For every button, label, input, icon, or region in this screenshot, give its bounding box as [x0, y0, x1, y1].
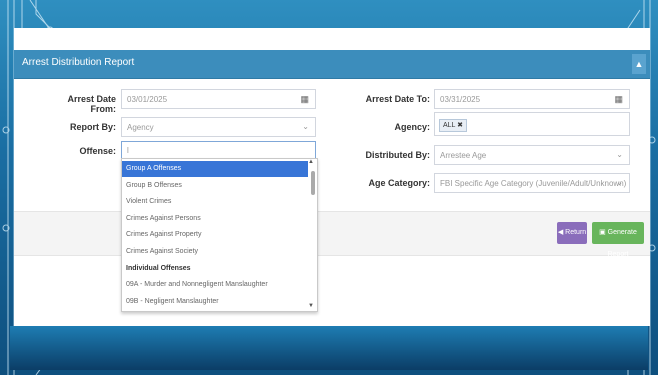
- bottom-band: [10, 326, 648, 370]
- distributed-by-value: Arrestee Age: [440, 151, 487, 160]
- age-category-select[interactable]: FBI Specific Age Category (Juvenile/Adul…: [434, 173, 630, 193]
- offense-search-value: l: [127, 146, 129, 155]
- offense-option[interactable]: Group A Offenses: [122, 161, 308, 177]
- report-by-select[interactable]: Agency ⌄: [121, 117, 316, 137]
- scrollbar-thumb[interactable]: [311, 171, 315, 195]
- arrest-date-from-input[interactable]: 03/01/2025 ▦: [121, 89, 316, 109]
- arrest-date-from-label: Arrest Date From:: [67, 94, 116, 114]
- age-category-label: Age Category:: [368, 178, 430, 188]
- panel-title: Arrest Distribution Report: [22, 57, 135, 68]
- arrest-date-to-label: Arrest Date To:: [365, 94, 430, 104]
- offense-option[interactable]: Violent Crimes: [122, 194, 308, 210]
- agency-multiselect[interactable]: ALL ✖: [434, 112, 630, 136]
- chevron-down-icon: ⌄: [302, 122, 309, 131]
- agency-tag-all[interactable]: ALL ✖: [439, 119, 468, 132]
- report-panel: Arrest Distribution Report ▲ Arrest Date…: [14, 28, 650, 326]
- offense-search-input[interactable]: l: [121, 141, 316, 159]
- scroll-down-icon[interactable]: ▼: [308, 303, 314, 309]
- calendar-icon[interactable]: ▦: [614, 94, 623, 105]
- offense-dropdown-list[interactable]: Group A Offenses Group B Offenses Violent …: [121, 158, 318, 312]
- offense-option[interactable]: Crimes Against Society: [122, 244, 308, 260]
- chevron-down-icon: ⌄: [616, 150, 623, 159]
- panel-header: Arrest Distribution Report ▲: [14, 50, 650, 78]
- chevron-down-icon: ⌄: [616, 178, 623, 187]
- chevron-up-icon[interactable]: ▲: [632, 54, 646, 74]
- distributed-by-label: Distributed By:: [365, 150, 430, 160]
- generate-report-button[interactable]: ▣ Generate Report: [592, 222, 644, 258]
- arrest-date-from-value: 03/01/2025: [127, 95, 168, 104]
- offense-option[interactable]: 09B - Negligent Manslaughter: [122, 294, 308, 310]
- return-button[interactable]: ◀ Return: [557, 222, 587, 244]
- action-bar: ◀ Return ▣ Generate Report: [14, 211, 650, 258]
- offense-label: Offense:: [79, 146, 116, 156]
- report-by-value: Agency: [127, 123, 154, 132]
- distributed-by-select[interactable]: Arrestee Age ⌄: [434, 145, 630, 165]
- report-by-label: Report By:: [69, 122, 116, 132]
- offense-option[interactable]: Crimes Against Property: [122, 227, 308, 243]
- offense-option[interactable]: Crimes Against Persons: [122, 211, 308, 227]
- panel-top-strip: [14, 28, 650, 50]
- agency-label: Agency:: [394, 122, 430, 132]
- offense-option[interactable]: Group B Offenses: [122, 178, 308, 194]
- arrest-date-to-input[interactable]: 03/31/2025 ▦: [434, 89, 630, 109]
- age-category-value: FBI Specific Age Category (Juvenile/Adul…: [440, 179, 627, 188]
- dropdown-scrollbar[interactable]: ▲ ▼: [308, 159, 315, 309]
- calendar-icon[interactable]: ▦: [300, 94, 309, 105]
- arrest-date-to-value: 03/31/2025: [440, 95, 481, 104]
- offense-option[interactable]: 09A - Murder and Nonnegligent Manslaught…: [122, 277, 308, 293]
- scroll-up-icon[interactable]: ▲: [308, 159, 314, 165]
- option-group-header: Individual Offenses: [126, 264, 191, 272]
